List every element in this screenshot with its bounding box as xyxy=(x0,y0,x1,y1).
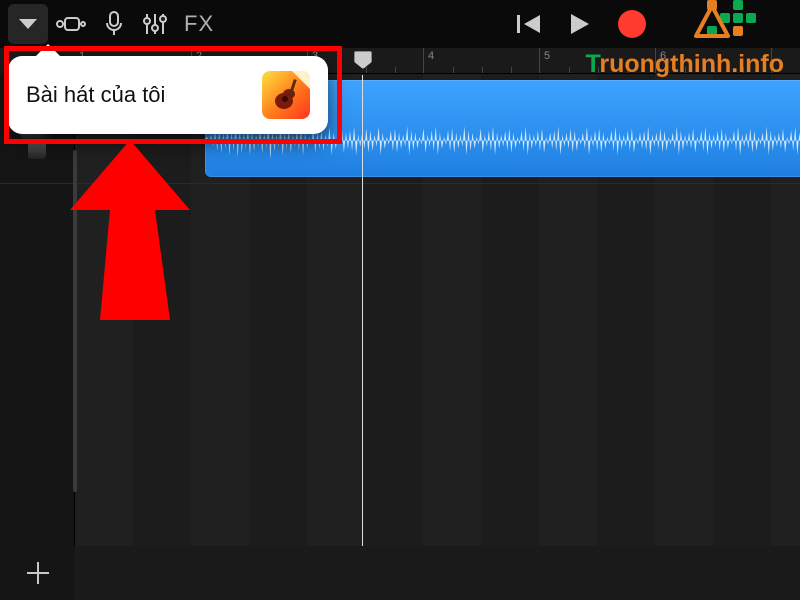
rewind-button[interactable] xyxy=(508,4,550,44)
volume-strip[interactable] xyxy=(73,150,77,492)
microphone-icon xyxy=(104,11,124,37)
fx-label: FX xyxy=(184,11,214,37)
fx-button[interactable]: FX xyxy=(176,4,222,44)
track-view-button[interactable] xyxy=(48,4,94,44)
rewind-icon xyxy=(516,13,542,35)
record-icon xyxy=(618,10,646,38)
menu-dropdown-button[interactable] xyxy=(8,4,48,44)
plus-icon xyxy=(23,558,53,588)
brand-text: Truongthinh.info xyxy=(585,50,784,79)
triangle-down-icon xyxy=(17,17,39,31)
record-button[interactable] xyxy=(610,4,654,44)
my-songs-popover[interactable]: Bài hát của tôi xyxy=(8,56,328,134)
popover-title: Bài hát của tôi xyxy=(26,82,165,108)
mixer-button[interactable] xyxy=(134,4,176,44)
microphone-button[interactable] xyxy=(94,4,134,44)
add-track-button[interactable] xyxy=(0,546,75,600)
sliders-icon xyxy=(142,12,168,36)
garageband-icon xyxy=(262,71,310,119)
top-toolbar: FX xyxy=(0,0,800,48)
ruler-mark: 5 xyxy=(544,50,550,62)
triangle-logo-icon xyxy=(692,4,732,44)
track-lanes[interactable]: Bluegrass xyxy=(75,74,800,546)
ruler-mark: 4 xyxy=(428,50,434,62)
play-icon xyxy=(569,12,591,36)
track-headers xyxy=(0,74,75,546)
track-view-icon xyxy=(56,14,86,34)
playhead[interactable] xyxy=(362,75,363,546)
play-button[interactable] xyxy=(560,4,600,44)
tracks-area: Bluegrass xyxy=(0,74,800,546)
brand-logo xyxy=(662,0,792,48)
